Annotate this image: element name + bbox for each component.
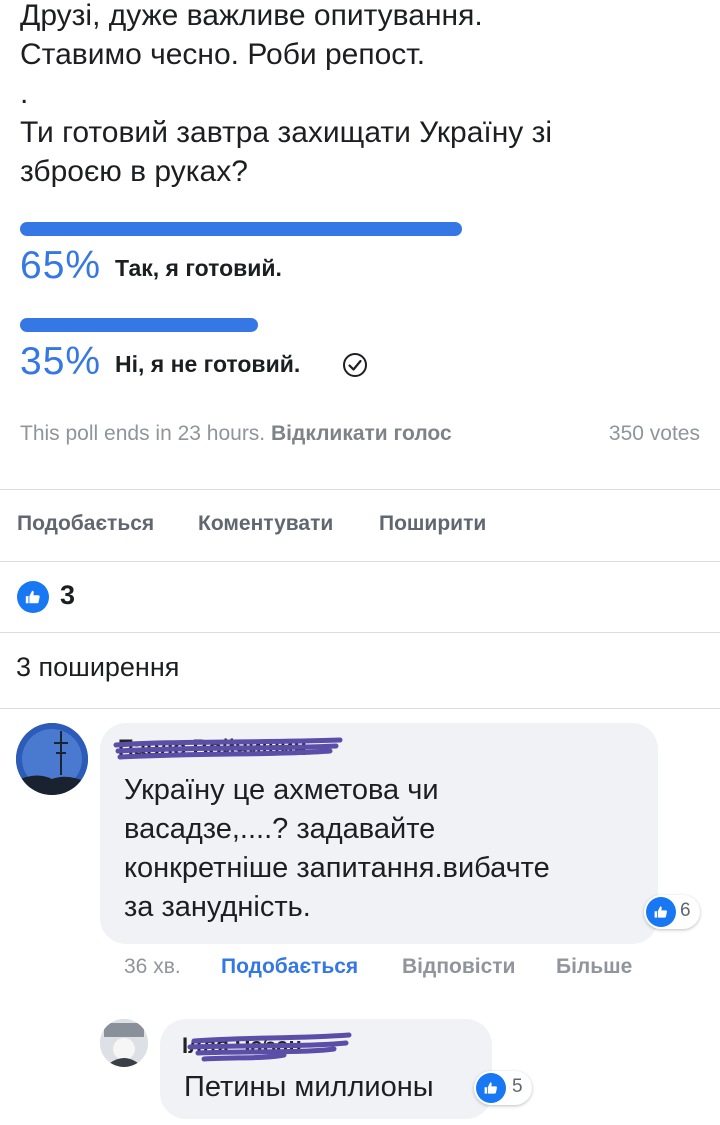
poll-ends-text: This poll ends in 23 hours. (20, 422, 266, 445)
vote-count: 350 votes (608, 422, 700, 445)
comment-line: Петины миллионы (184, 1071, 434, 1103)
post-line: зброєю в руках? (20, 155, 248, 188)
comment-reactions[interactable]: 6 (644, 895, 700, 929)
comment-button[interactable]: Коментувати (198, 512, 333, 536)
poll-percent: 35% (20, 340, 102, 383)
divider (0, 489, 720, 490)
redaction-scribble (187, 1032, 352, 1062)
post-line: . (20, 77, 29, 110)
check-circle-icon (343, 353, 367, 377)
poll-bar (20, 222, 462, 236)
share-button[interactable]: Поширити (379, 512, 486, 536)
post-line: Друзі, дуже важливе опитування. (20, 0, 483, 32)
comment-more-button[interactable]: Більше (556, 955, 632, 979)
comment-like-button[interactable]: Подобається (221, 955, 358, 979)
poll-bar (20, 318, 258, 332)
post-text: Друзі, дуже важливе опитування. Ставимо … (20, 0, 552, 191)
comment-line: конкретніше запитання.вибачте (124, 852, 550, 884)
reaction-count: 5 (512, 1076, 523, 1097)
comment-reply-button[interactable]: Відповісти (402, 955, 515, 979)
comment-text: Україну це ахметова чи васадзе,....? зад… (124, 771, 550, 927)
poll-option-1[interactable]: 65% Так, я готовий. (20, 222, 700, 292)
reaction-count[interactable]: 3 (60, 580, 75, 611)
poll-option-label: Так, я готовий. (115, 255, 282, 281)
comment-line: Україну це ахметова чи (124, 774, 439, 806)
thumbs-up-icon (476, 1073, 506, 1103)
divider (0, 561, 720, 562)
avatar[interactable] (100, 1019, 148, 1067)
comment-line: за занудність. (124, 891, 311, 923)
poll-option-label: Ні, я не готовий. (115, 351, 301, 377)
poll-meta: This poll ends in 23 hours. Відкликати г… (20, 422, 452, 446)
comment-bubble: Ілля Чабан Петины миллионы (160, 1019, 492, 1119)
post-line: Ти готовий завтра захищати Україну зі (20, 116, 553, 149)
avatar[interactable] (16, 723, 88, 795)
shares-count[interactable]: 3 поширення (16, 652, 179, 683)
like-button[interactable]: Подобається (17, 512, 154, 536)
comment-time[interactable]: 36 хв. (124, 955, 181, 979)
retract-vote-link[interactable]: Відкликати голос (271, 422, 452, 445)
reaction-count: 6 (680, 900, 691, 921)
comment-text: Петины миллионы (184, 1068, 434, 1107)
divider (0, 708, 720, 709)
comment-line: васадзе,....? задавайте (124, 813, 436, 845)
poll-percent: 65% (20, 244, 102, 287)
poll-option-2[interactable]: 35% Ні, я не готовий. (20, 318, 700, 388)
thumbs-up-icon[interactable] (17, 581, 49, 613)
post-line: Ставимо чесно. Роби репост. (20, 38, 426, 71)
comment-bubble: Павло Войчишин Україну це ахметова чи ва… (100, 723, 658, 944)
divider (0, 632, 720, 633)
redaction-scribble (113, 737, 343, 760)
thumbs-up-icon (646, 897, 676, 927)
comment-reactions[interactable]: 5 (474, 1071, 532, 1105)
